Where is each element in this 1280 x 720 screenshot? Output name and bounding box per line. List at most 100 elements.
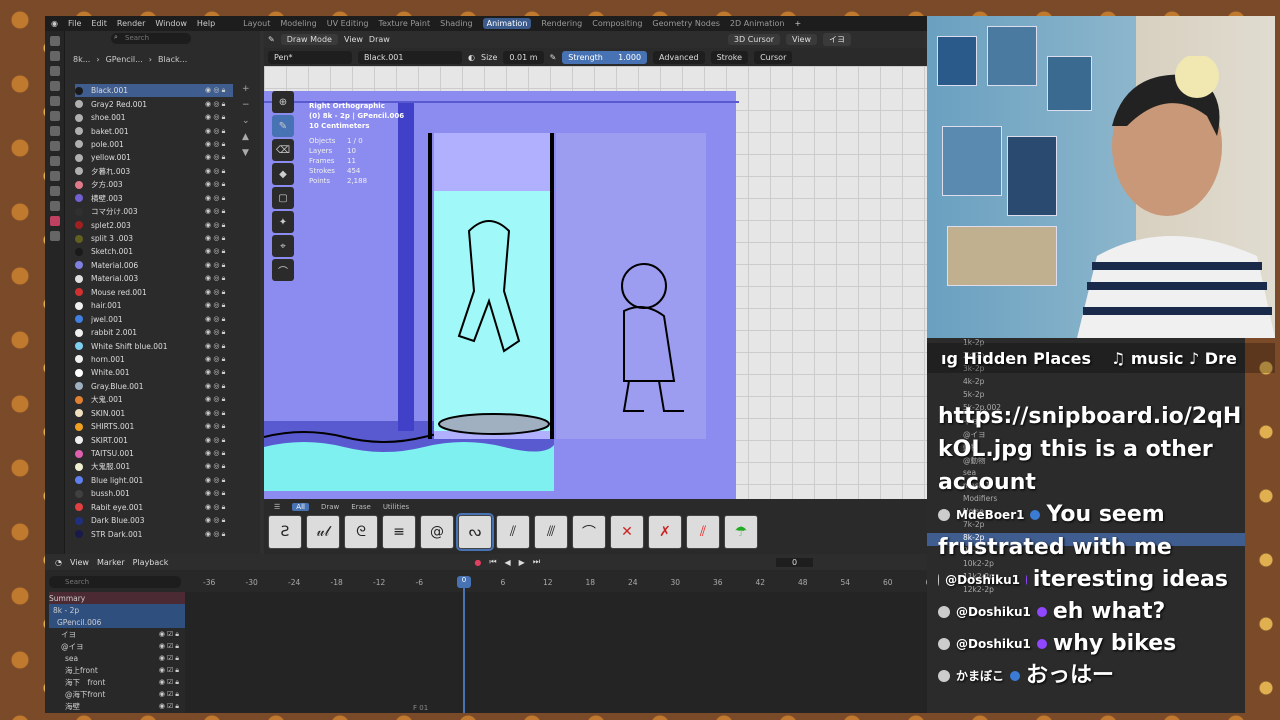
visibility-lock-icons[interactable]: ◉ ◎ 🔒︎: [205, 516, 233, 525]
material-slot[interactable]: Black.001 ◉ ◎ 🔒︎: [75, 84, 233, 98]
data-tab-icon[interactable]: [49, 201, 60, 211]
material-selector[interactable]: Black.001: [358, 50, 462, 64]
material-slot[interactable]: SHIRTS.001 ◉ ◎ 🔒︎: [75, 420, 233, 433]
material-slot[interactable]: yellow.001 ◉ ◎ 🔒︎: [75, 151, 233, 164]
channel-row[interactable]: @イヨ ◉☑🔒︎: [49, 640, 185, 652]
keyframe-area[interactable]: [185, 592, 927, 713]
brush-thumbnail[interactable]: ⫽: [496, 515, 530, 549]
material-slot[interactable]: splet2.003 ◉ ◎ 🔒︎: [75, 218, 233, 231]
material-slot[interactable]: 横壁.003 ◉ ◎ 🔒︎: [75, 192, 233, 205]
material-slot[interactable]: split 3 .003 ◉ ◎ 🔒︎: [75, 232, 233, 245]
visibility-lock-icons[interactable]: ◉ ◎ 🔒︎: [205, 167, 233, 176]
view-dropdown[interactable]: View: [786, 34, 817, 45]
material-slot[interactable]: White.001 ◉ ◎ 🔒︎: [75, 366, 233, 379]
material-slot[interactable]: TAITSU.001 ◉ ◎ 🔒︎: [75, 447, 233, 460]
channel-row[interactable]: 8k - 2p: [49, 604, 185, 616]
material-slot[interactable]: Blue light.001 ◉ ◎ 🔒︎: [75, 474, 233, 487]
constraint-tab-icon[interactable]: [49, 186, 60, 196]
texture-tab-icon[interactable]: [49, 231, 60, 241]
visibility-lock-icons[interactable]: ◉ ◎ 🔒︎: [205, 140, 233, 149]
box-tool-icon[interactable]: ▢: [272, 187, 294, 209]
fill-tool-icon[interactable]: ◆: [272, 163, 294, 185]
material-slot[interactable]: rabbit 2.001 ◉ ◎ 🔒︎: [75, 326, 233, 339]
channel-row[interactable]: 海上front ◉☑🔒︎: [49, 664, 185, 676]
channel-toggle-icons[interactable]: ◉☑🔒︎: [159, 654, 181, 663]
menu-window[interactable]: Window: [155, 19, 187, 28]
material-slot[interactable]: コマ分け.003 ◉ ◎ 🔒︎: [75, 205, 233, 218]
visibility-lock-icons[interactable]: ◉ ◎ 🔒︎: [205, 261, 233, 270]
properties-search[interactable]: Search: [111, 32, 191, 44]
jump-end-icon[interactable]: ⏭: [533, 557, 540, 567]
layer-row[interactable]: 4k-2p: [927, 377, 1245, 390]
material-slot[interactable]: Material.003 ◉ ◎ 🔒︎: [75, 272, 233, 285]
tab-uv-editing[interactable]: UV Editing: [327, 19, 369, 28]
advanced-dropdown[interactable]: Advanced: [653, 50, 705, 64]
size-field[interactable]: 0.01 m: [503, 50, 544, 64]
blender-logo-icon[interactable]: ◉: [51, 19, 58, 28]
timeline-marker-menu[interactable]: Marker: [97, 558, 125, 567]
material-slot[interactable]: horn.001 ◉ ◎ 🔒︎: [75, 353, 233, 366]
channel-toggle-icons[interactable]: ◉☑🔒︎: [159, 678, 181, 687]
visibility-lock-icons[interactable]: ◉ ◎ 🔒︎: [205, 234, 233, 243]
tab-geometry-nodes[interactable]: Geometry Nodes: [652, 19, 719, 28]
tab-2d-animation[interactable]: 2D Animation: [730, 19, 785, 28]
visibility-lock-icons[interactable]: ◉ ◎ 🔒︎: [205, 395, 233, 404]
channel-row[interactable]: Summary: [49, 592, 185, 604]
strength-slider[interactable]: Strength 1.000: [562, 50, 648, 64]
brush-thumbnail[interactable]: ᘓ: [344, 515, 378, 549]
material-slot[interactable]: Rabit eye.001 ◉ ◎ 🔒︎: [75, 501, 233, 514]
visibility-lock-icons[interactable]: ◉ ◎ 🔒︎: [205, 530, 233, 539]
play-icon[interactable]: ▶: [519, 558, 525, 567]
visibility-lock-icons[interactable]: ◉ ◎ 🔒︎: [205, 301, 233, 310]
visibility-lock-icons[interactable]: ◉ ◎ 🔒︎: [205, 328, 233, 337]
brush-tab-erase[interactable]: Erase: [351, 503, 371, 511]
material-slot[interactable]: shoe.001 ◉ ◎ 🔒︎: [75, 111, 233, 124]
draw-tool-icon[interactable]: ✎: [272, 115, 294, 137]
visibility-lock-icons[interactable]: ◉ ◎ 🔒︎: [205, 355, 233, 364]
move-up-icon[interactable]: ▲: [242, 132, 254, 142]
channel-row[interactable]: 海壁 ◉☑🔒︎: [49, 700, 185, 712]
visibility-lock-icons[interactable]: ◉ ◎ 🔒︎: [205, 153, 233, 162]
visibility-lock-icons[interactable]: ◉ ◎ 🔒︎: [205, 449, 233, 458]
material-slot[interactable]: 大鬼.001 ◉ ◎ 🔒︎: [75, 393, 233, 406]
channel-row[interactable]: @海壁◉☑🔒︎: [49, 712, 185, 713]
visibility-lock-icons[interactable]: ◉ ◎ 🔒︎: [205, 382, 233, 391]
physics-tab-icon[interactable]: [49, 171, 60, 181]
visibility-lock-icons[interactable]: ◉ ◎ 🔒︎: [205, 342, 233, 351]
menu-help[interactable]: Help: [197, 19, 215, 28]
visibility-lock-icons[interactable]: ◉ ◎ 🔒︎: [205, 207, 233, 216]
stroke-dropdown[interactable]: Stroke: [710, 50, 749, 64]
material-slot[interactable]: baket.001 ◉ ◎ 🔒︎: [75, 124, 233, 137]
material-slot[interactable]: Gray2 Red.001 ◉ ◎ 🔒︎: [75, 97, 233, 110]
tab-compositing[interactable]: Compositing: [592, 19, 642, 28]
brush-thumbnail[interactable]: ✕: [610, 515, 644, 549]
brush-thumbnail[interactable]: ≡: [382, 515, 416, 549]
channel-toggle-icons[interactable]: ◉☑🔒︎: [159, 642, 181, 651]
current-frame-field[interactable]: 0: [776, 557, 814, 567]
brush-thumbnail[interactable]: @: [420, 515, 454, 549]
render-tab-icon[interactable]: [49, 51, 60, 61]
material-slot[interactable]: SKIRT.001 ◉ ◎ 🔒︎: [75, 433, 233, 446]
menu-file[interactable]: File: [68, 19, 81, 28]
visibility-lock-icons[interactable]: ◉ ◎ 🔒︎: [205, 86, 233, 95]
record-icon[interactable]: ●: [474, 558, 481, 567]
view-layer-tab-icon[interactable]: [49, 81, 60, 91]
visibility-lock-icons[interactable]: ◉ ◎ 🔒︎: [205, 409, 233, 418]
visibility-lock-icons[interactable]: ◉ ◎ 🔒︎: [205, 315, 233, 324]
channel-row[interactable]: sea ◉☑🔒︎: [49, 652, 185, 664]
brush-tab-all[interactable]: All: [292, 503, 309, 511]
channel-row[interactable]: @海下front ◉☑🔒︎: [49, 688, 185, 700]
visibility-lock-icons[interactable]: ◉ ◎ 🔒︎: [205, 180, 233, 189]
brush-selector[interactable]: Pen*: [268, 50, 352, 64]
menu-render[interactable]: Render: [117, 19, 145, 28]
slot-menu-icon[interactable]: ⌄: [242, 116, 254, 126]
visibility-lock-icons[interactable]: ◉ ◎ 🔒︎: [205, 100, 233, 109]
pressure-icon[interactable]: ✎: [550, 53, 557, 62]
erase-tool-icon[interactable]: ⌫: [272, 139, 294, 161]
tab-texture-paint[interactable]: Texture Paint: [378, 19, 430, 28]
draw-menu[interactable]: Draw: [369, 35, 390, 44]
mode-dropdown[interactable]: Draw Mode: [280, 34, 338, 45]
eyedropper-tool-icon[interactable]: ⌖: [272, 235, 294, 257]
material-slot[interactable]: Material.006 ◉ ◎ 🔒︎: [75, 259, 233, 272]
object-tab-icon[interactable]: [49, 126, 60, 136]
